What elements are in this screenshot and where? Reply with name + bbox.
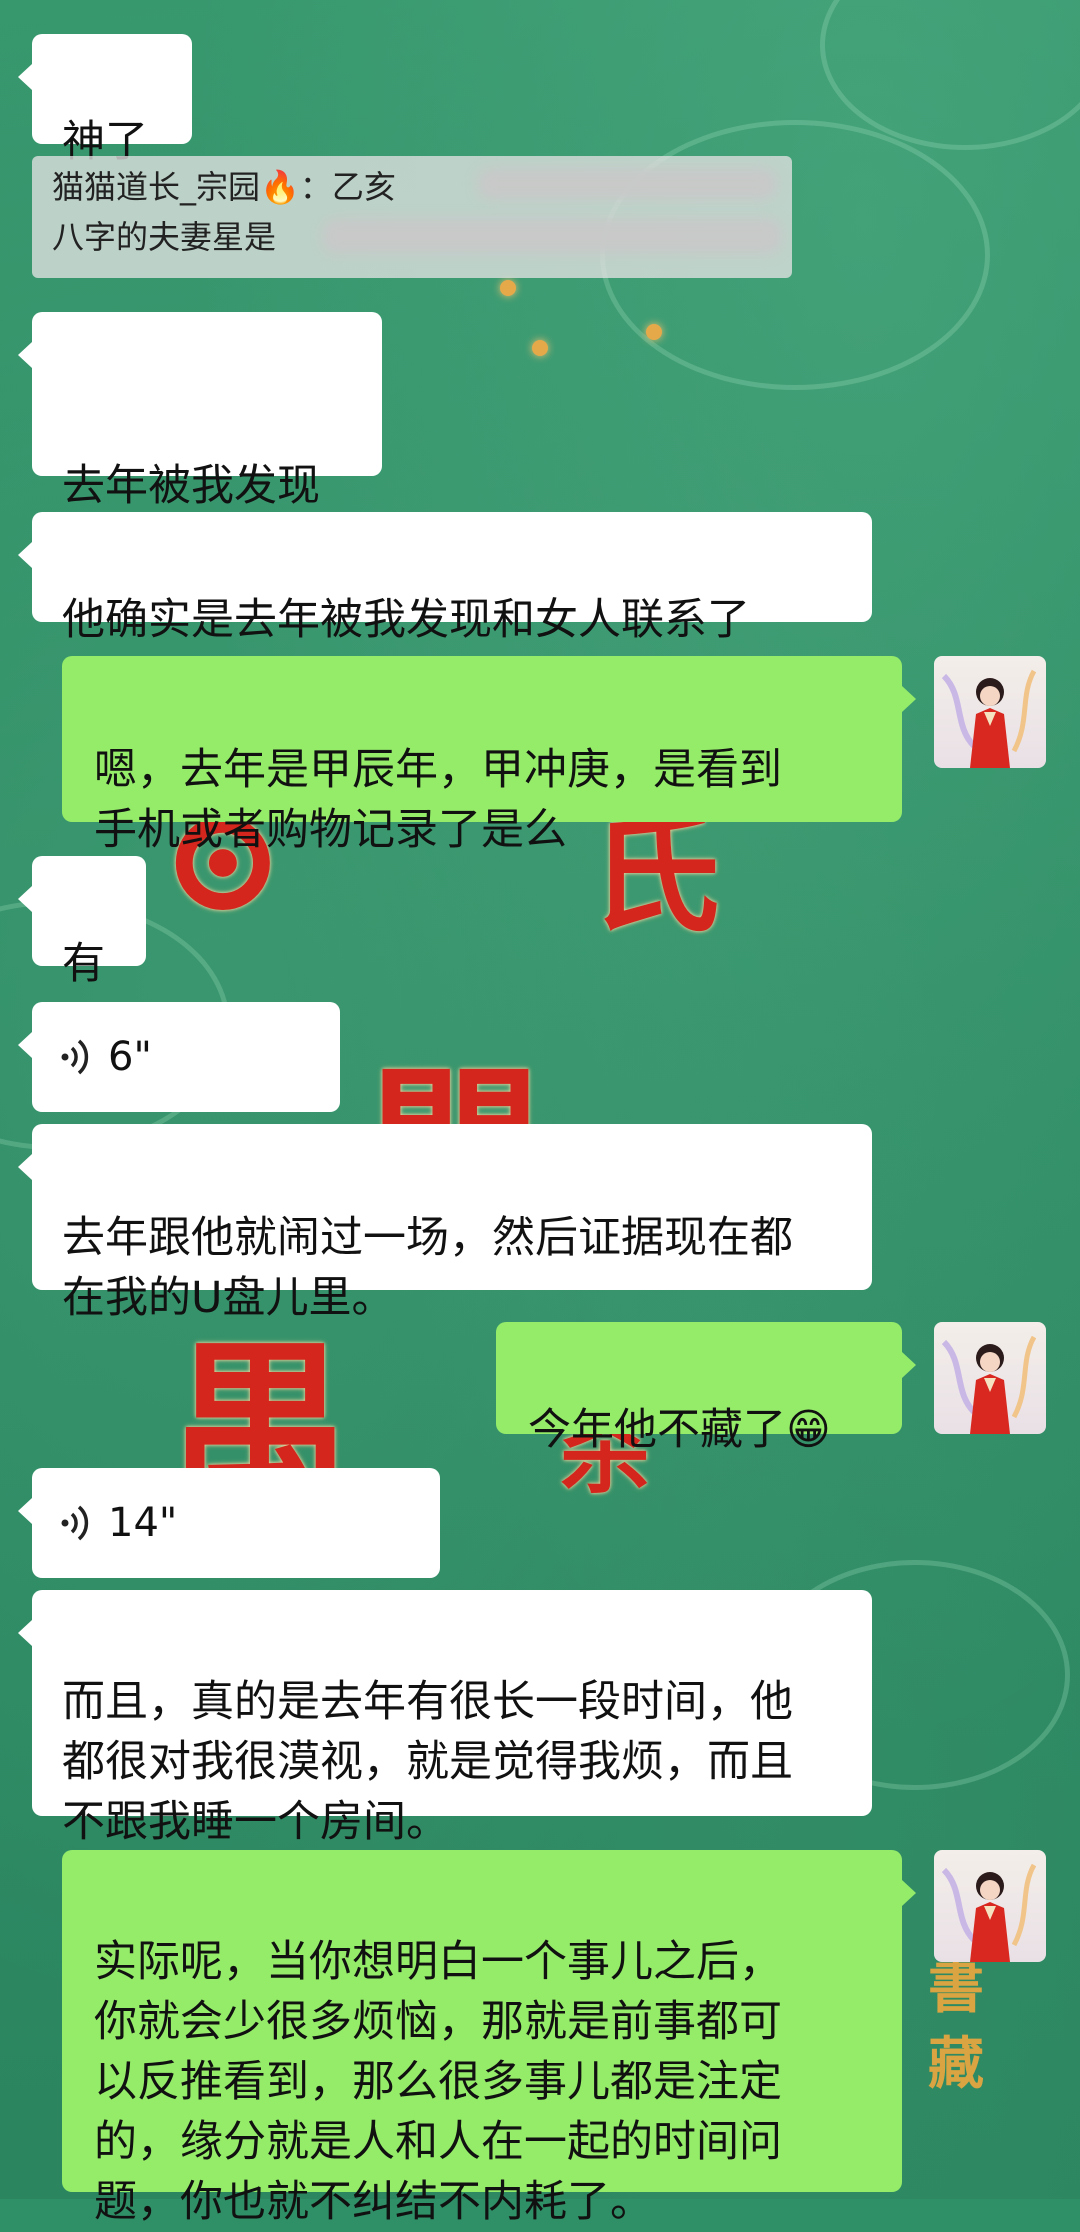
quoted-message[interactable]: 猫猫道长_宗园🔥：乙亥 八字的夫妻星是 [32,156,792,278]
message-bubble-incoming[interactable]: 有 [18,856,146,989]
message-bubble-incoming[interactable]: 他确实是去年被我发现和女人联系了 [18,512,872,645]
message-bubble-incoming[interactable]: 去年跟他就闹过一场，然后证据现在都 在我的U盘儿里。 [18,1124,872,1323]
message-bubble-incoming[interactable]: 神了 [18,34,192,167]
voice-wave-icon [61,1505,89,1541]
message-bubble-incoming[interactable]: 去年被我发现 [18,312,382,511]
message-text: 他确实是去年被我发现和女人联系了 [62,595,750,645]
redacted-area [477,168,777,200]
voice-duration: 6" [108,1034,152,1080]
redacted-area [322,218,782,254]
message-bubble-outgoing[interactable]: 嗯，去年是甲辰年，甲冲庚，是看到 手机或者购物记录了是么 [62,656,916,855]
message-bubble-incoming[interactable]: 而且，真的是去年有很长一段时间，他 都很对我很漠视，就是觉得我烦，而且 不跟我睡… [18,1590,872,1847]
voice-duration: 14" [108,1500,178,1546]
user-avatar[interactable] [934,1322,1046,1434]
wallpaper-corner-text: 書 藏 [928,1955,984,2097]
user-avatar[interactable] [934,1850,1046,1962]
message-text: 去年被我发现 [62,461,320,511]
voice-message-bubble[interactable]: 14" [18,1468,440,1578]
message-text: 有 [62,939,105,989]
message-text: 今年他不藏了😁 [528,1405,831,1455]
message-bubble-outgoing[interactable]: 实际呢，当你想明白一个事儿之后， 你就会少很多烦恼，那就是前事都可 以反推看到，… [62,1850,916,2227]
voice-message-bubble[interactable]: 6" [18,1002,340,1112]
voice-wave-icon [61,1039,89,1075]
message-text: 实际呢，当你想明白一个事儿之后， 你就会少很多烦恼，那就是前事都可 以反推看到，… [94,1937,782,2227]
message-bubble-outgoing[interactable]: 今年他不藏了😁 [496,1322,916,1455]
user-avatar[interactable] [934,656,1046,768]
